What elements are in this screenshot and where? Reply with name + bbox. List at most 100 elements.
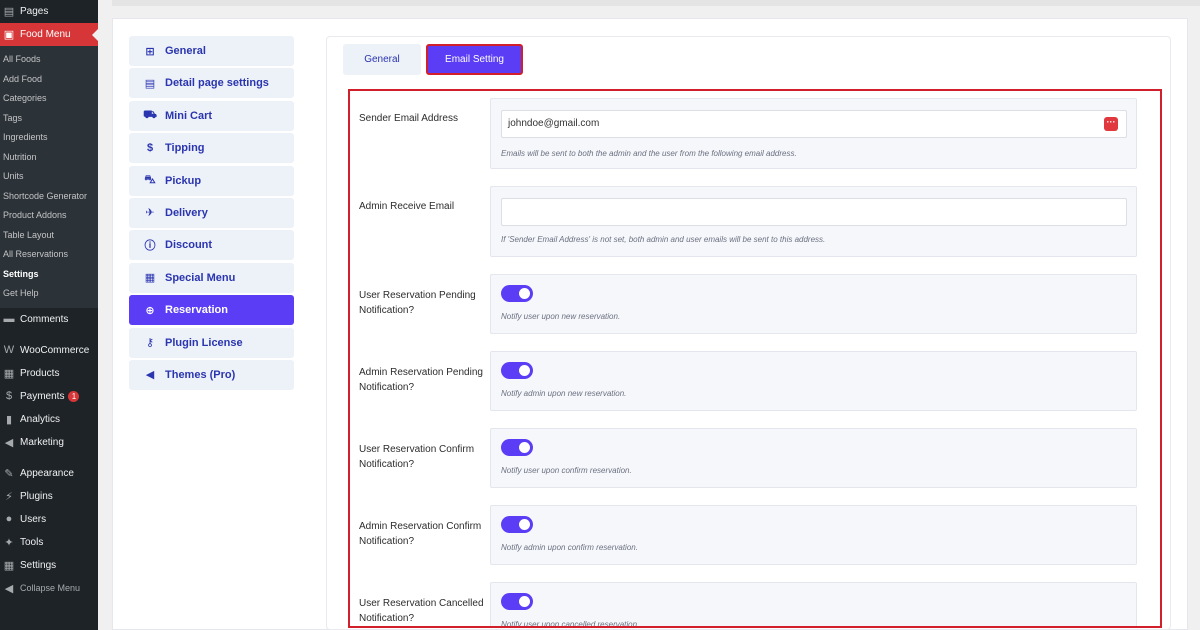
toggle-switch[interactable] [501, 439, 533, 456]
submenu-get-help[interactable]: Get Help [0, 284, 98, 304]
nav-themes-pro[interactable]: ◀ Themes (Pro) [129, 359, 294, 390]
toggle-switch[interactable] [501, 285, 533, 302]
top-bar [112, 0, 1200, 6]
submenu-all-foods[interactable]: All Foods [0, 50, 98, 70]
nav-pickup[interactable]: ⛍ Pickup [129, 165, 294, 196]
toggle-help: Notify user upon new reservation. [501, 312, 621, 321]
info-icon: ⓘ [144, 240, 156, 253]
nav-tipping[interactable]: $ Tipping [129, 133, 294, 164]
nav-mini-cart[interactable]: ⛟ Mini Cart [129, 100, 294, 131]
woocommerce-icon: W [3, 344, 15, 356]
admin-receive-box: If 'Sender Email Address' is not set, bo… [490, 186, 1137, 257]
toggle-box: Notify admin upon confirm reservation. [490, 505, 1137, 565]
menu-pages[interactable]: ▤ Pages [0, 0, 98, 23]
admin-receive-help: If 'Sender Email Address' is not set, bo… [501, 235, 826, 244]
table-icon: ▦ [144, 272, 156, 285]
nav-reservation[interactable]: ⊕ Reservation [129, 295, 294, 326]
nav-delivery[interactable]: ✈ Delivery [129, 197, 294, 228]
submenu-product-addons[interactable]: Product Addons [0, 206, 98, 226]
toggle-label: User Reservation Cancelled Notification? [359, 598, 484, 624]
car-icon: ⛍ [144, 173, 156, 186]
payments-badge: 1 [68, 390, 80, 402]
plane-icon: ✈ [145, 207, 155, 220]
nav-general[interactable]: ⊞ General [129, 36, 294, 66]
toggle-label: Admin Reservation Confirm Notification? [359, 521, 482, 547]
tab-email-setting[interactable]: Email Setting [426, 44, 523, 75]
toggle-help: Notify user upon confirm reservation. [501, 466, 632, 475]
menu-appearance[interactable]: ✎ Appearance [0, 462, 98, 485]
food-menu-icon: ▣ [3, 29, 15, 41]
marketing-icon: ◀ [4, 436, 14, 449]
submenu-settings[interactable]: Settings [0, 265, 98, 285]
wrench-icon: ✦ [4, 536, 14, 549]
document-icon: ▤ [144, 77, 156, 90]
toggle-label: User Reservation Confirm Notification? [359, 444, 475, 470]
settings-icon: ▦ [3, 559, 15, 572]
submenu-categories[interactable]: Categories [0, 89, 98, 109]
toggle-box: Notify user upon new reservation. [490, 274, 1137, 334]
megaphone-icon: ◀ [145, 369, 155, 382]
more-options-icon[interactable]: ··· [1104, 117, 1118, 131]
menu-tools[interactable]: ✦ Tools [0, 531, 98, 554]
plus-circle-icon: ⊕ [145, 304, 155, 317]
toggle-help: Notify user upon cancelled reservation. [501, 620, 640, 628]
toggle-help: Notify admin upon new reservation. [501, 389, 627, 398]
submenu-shortcode-generator[interactable]: Shortcode Generator [0, 187, 98, 207]
nav-detail-page-settings[interactable]: ▤ Detail page settings [129, 68, 294, 99]
submenu-add-food[interactable]: Add Food [0, 70, 98, 90]
key-icon: ⚷ [145, 337, 155, 350]
nav-discount[interactable]: ⓘ Discount [129, 230, 294, 261]
plugin-settings-nav: ⊞ General ▤ Detail page settings ⛟ Mini Car… [129, 36, 294, 392]
menu-woocommerce[interactable]: W WooCommerce [0, 339, 98, 362]
sender-email-help: Emails will be sent to both the admin an… [501, 149, 797, 158]
toggle-switch[interactable] [501, 516, 533, 533]
collapse-menu-button[interactable]: ◀ Collapse Menu [0, 577, 98, 600]
menu-products[interactable]: ▦ Products [0, 362, 98, 385]
toggle-box: Notify user upon cancelled reservation. [490, 582, 1137, 628]
submenu-units[interactable]: Units [0, 167, 98, 187]
sender-email-input[interactable]: johndoe@gmail.com ··· [501, 110, 1127, 138]
plug-icon: ⚡ [5, 490, 13, 503]
menu-analytics[interactable]: ▮ Analytics [0, 408, 98, 431]
dollar-icon: $ [146, 142, 154, 155]
users-icon: ● [5, 513, 13, 525]
toggle-label: User Reservation Pending Notification? [359, 290, 476, 316]
email-settings-section: Sender Email Address johndoe@gmail.com ·… [348, 89, 1162, 628]
tab-general[interactable]: General [343, 44, 421, 75]
comment-icon: ▬ [3, 313, 15, 325]
menu-food-menu[interactable]: ▣ Food Menu [0, 23, 98, 46]
wp-admin-sidebar: ▤ Pages ▣ Food Menu All Foods Add Food Cat… [0, 0, 98, 630]
products-icon: ▦ [3, 367, 15, 380]
nav-special-menu[interactable]: ▦ Special Menu [129, 262, 294, 293]
toggle-switch[interactable] [501, 362, 533, 379]
admin-receive-label: Admin Receive Email [359, 201, 455, 212]
nav-plugin-license[interactable]: ⚷ Plugin License [129, 327, 294, 358]
analytics-icon: ▮ [5, 413, 13, 426]
food-menu-submenu: All Foods Add Food Categories Tags Ingre… [0, 46, 98, 308]
grid-plus-icon: ⊞ [145, 45, 155, 58]
sender-email-label: Sender Email Address [359, 113, 458, 124]
toggle-switch[interactable] [501, 593, 533, 610]
pages-icon: ▤ [3, 6, 15, 18]
payments-icon: $ [5, 390, 13, 402]
admin-receive-input[interactable] [501, 198, 1127, 226]
submenu-table-layout[interactable]: Table Layout [0, 226, 98, 246]
menu-users[interactable]: ● Users [0, 508, 98, 531]
toggle-box: Notify user upon confirm reservation. [490, 428, 1137, 488]
menu-marketing[interactable]: ◀ Marketing [0, 431, 98, 454]
menu-plugins[interactable]: ⚡ Plugins [0, 485, 98, 508]
menu-settings[interactable]: ▦ Settings [0, 554, 98, 577]
toggle-label: Admin Reservation Pending Notification? [359, 367, 483, 393]
cart-icon: ⛟ [143, 108, 157, 121]
toggle-help: Notify admin upon confirm reservation. [501, 543, 638, 552]
submenu-nutrition[interactable]: Nutrition [0, 148, 98, 168]
toggle-box: Notify admin upon new reservation. [490, 351, 1137, 411]
sender-email-box: johndoe@gmail.com ··· Emails will be sen… [490, 98, 1137, 169]
menu-comments[interactable]: ▬ Comments [0, 308, 98, 331]
submenu-ingredients[interactable]: Ingredients [0, 128, 98, 148]
submenu-all-reservations[interactable]: All Reservations [0, 245, 98, 265]
collapse-icon: ◀ [4, 582, 14, 595]
submenu-tags[interactable]: Tags [0, 109, 98, 129]
brush-icon: ✎ [4, 467, 14, 480]
menu-payments[interactable]: $ Payments 1 [0, 385, 98, 408]
